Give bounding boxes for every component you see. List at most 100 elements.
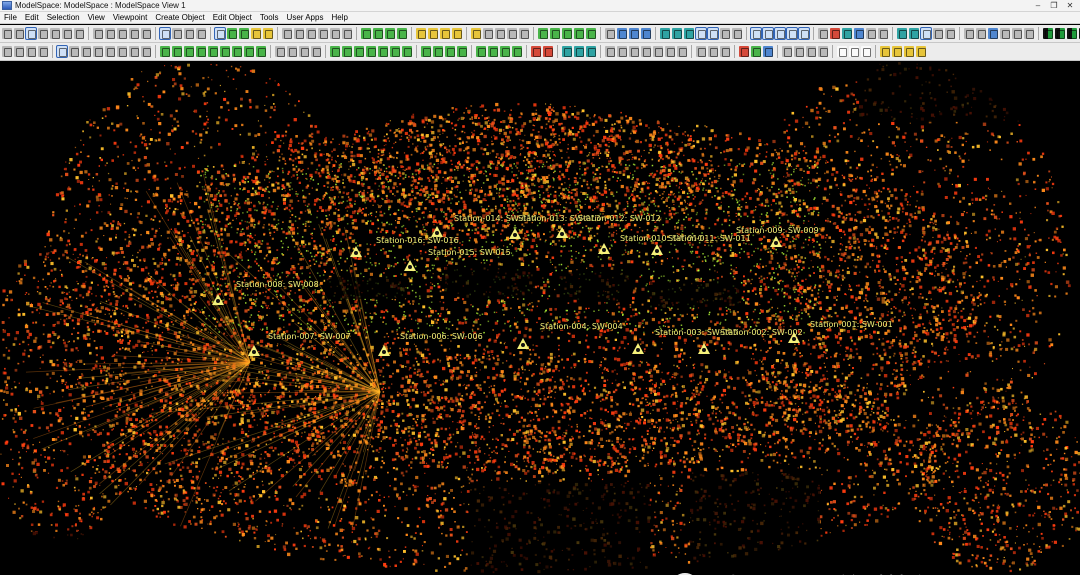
main-tool-icon-17[interactable] — [214, 27, 226, 40]
secondary-tool-icon-23[interactable] — [287, 46, 297, 57]
scan-station-marker[interactable] — [212, 294, 224, 306]
main-tool-icon-50[interactable] — [660, 28, 670, 39]
menu-selection[interactable]: Selection — [47, 13, 80, 22]
main-tool-icon-75[interactable] — [988, 28, 998, 39]
menu-viewpoint[interactable]: Viewpoint — [113, 13, 148, 22]
secondary-tool-icon-24[interactable] — [299, 46, 309, 57]
main-tool-icon-74[interactable] — [976, 28, 986, 39]
secondary-tool-icon-6[interactable] — [69, 46, 79, 57]
main-tool-icon-3[interactable] — [25, 27, 37, 40]
main-tool-icon-57[interactable] — [750, 27, 762, 40]
menu-help[interactable]: Help — [331, 13, 347, 22]
main-tool-icon-60[interactable] — [786, 27, 798, 40]
secondary-tool-icon-56[interactable] — [739, 46, 749, 57]
secondary-tool-icon-64[interactable] — [849, 46, 859, 57]
main-tool-icon-10[interactable] — [117, 28, 127, 39]
secondary-tool-icon-51[interactable] — [665, 46, 675, 57]
secondary-tool-icon-22[interactable] — [275, 46, 285, 57]
main-tool-icon-73[interactable] — [964, 28, 974, 39]
secondary-tool-icon-65[interactable] — [861, 46, 871, 57]
main-tool-icon-70[interactable] — [920, 27, 932, 40]
scan-station-marker[interactable] — [509, 228, 521, 240]
secondary-tool-icon-12[interactable] — [141, 46, 151, 57]
secondary-tool-icon-54[interactable] — [708, 46, 718, 57]
main-tool-icon-1[interactable] — [2, 28, 12, 39]
main-tool-icon-81[interactable] — [1067, 28, 1077, 39]
secondary-tool-icon-30[interactable] — [378, 46, 388, 57]
secondary-tool-icon-45[interactable] — [586, 46, 596, 57]
secondary-tool-icon-44[interactable] — [574, 46, 584, 57]
main-tool-icon-26[interactable] — [330, 28, 340, 39]
main-tool-icon-76[interactable] — [1000, 28, 1010, 39]
secondary-tool-icon-4[interactable] — [38, 46, 48, 57]
secondary-tool-icon-60[interactable] — [794, 46, 804, 57]
scan-station-marker[interactable] — [556, 227, 568, 239]
main-tool-icon-56[interactable] — [732, 28, 742, 39]
scan-station-marker[interactable] — [350, 246, 362, 258]
minimize-button[interactable]: – — [1032, 1, 1044, 11]
main-tool-icon-67[interactable] — [878, 28, 888, 39]
secondary-tool-icon-15[interactable] — [184, 46, 194, 57]
main-tool-icon-38[interactable] — [495, 28, 505, 39]
secondary-tool-icon-47[interactable] — [617, 46, 627, 57]
secondary-tool-icon-57[interactable] — [751, 46, 761, 57]
main-tool-icon-47[interactable] — [617, 28, 627, 39]
secondary-tool-icon-52[interactable] — [677, 46, 687, 57]
secondary-tool-icon-49[interactable] — [641, 46, 651, 57]
main-tool-icon-24[interactable] — [306, 28, 316, 39]
secondary-tool-icon-50[interactable] — [653, 46, 663, 57]
main-tool-icon-22[interactable] — [282, 28, 292, 39]
secondary-tool-icon-38[interactable] — [488, 46, 498, 57]
main-tool-icon-55[interactable] — [720, 28, 730, 39]
secondary-tool-icon-13[interactable] — [160, 46, 170, 57]
main-tool-icon-6[interactable] — [62, 28, 72, 39]
secondary-tool-icon-8[interactable] — [93, 46, 103, 57]
menu-edit-object[interactable]: Edit Object — [213, 13, 252, 22]
secondary-tool-icon-35[interactable] — [445, 46, 455, 57]
secondary-tool-icon-55[interactable] — [720, 46, 730, 57]
secondary-tool-icon-2[interactable] — [14, 46, 24, 57]
main-tool-icon-27[interactable] — [342, 28, 352, 39]
main-tool-icon-36[interactable] — [471, 28, 481, 39]
main-tool-icon-33[interactable] — [428, 28, 438, 39]
secondary-tool-icon-48[interactable] — [629, 46, 639, 57]
main-tool-icon-61[interactable] — [798, 27, 810, 40]
secondary-tool-icon-3[interactable] — [26, 46, 36, 57]
secondary-tool-icon-21[interactable] — [256, 46, 266, 57]
main-tool-icon-46[interactable] — [605, 28, 615, 39]
secondary-tool-icon-63[interactable] — [837, 46, 847, 57]
secondary-tool-icon-69[interactable] — [916, 46, 926, 57]
scan-station-marker[interactable] — [632, 343, 644, 355]
main-tool-icon-31[interactable] — [397, 28, 407, 39]
main-tool-icon-14[interactable] — [172, 28, 182, 39]
main-tool-icon-59[interactable] — [774, 27, 786, 40]
secondary-tool-icon-36[interactable] — [457, 46, 467, 57]
secondary-tool-icon-68[interactable] — [904, 46, 914, 57]
main-tool-icon-8[interactable] — [93, 28, 103, 39]
secondary-tool-icon-29[interactable] — [366, 46, 376, 57]
menu-create-object[interactable]: Create Object — [155, 13, 204, 22]
point-cloud-viewport[interactable]: Station-014: SW-014 Station-013: SW-013 St… — [0, 62, 1080, 575]
secondary-tool-icon-41[interactable] — [531, 46, 541, 57]
menu-tools[interactable]: Tools — [260, 13, 279, 22]
secondary-tool-icon-39[interactable] — [500, 46, 510, 57]
main-tool-icon-65[interactable] — [854, 28, 864, 39]
menu-file[interactable]: File — [4, 13, 17, 22]
menu-view[interactable]: View — [88, 13, 105, 22]
secondary-tool-icon-53[interactable] — [696, 46, 706, 57]
secondary-tool-icon-19[interactable] — [232, 46, 242, 57]
main-tool-icon-62[interactable] — [818, 28, 828, 39]
secondary-tool-icon-33[interactable] — [421, 46, 431, 57]
scan-station-marker[interactable] — [598, 243, 610, 255]
main-tool-icon-68[interactable] — [897, 28, 907, 39]
main-tool-icon-42[interactable] — [550, 28, 560, 39]
main-tool-icon-79[interactable] — [1043, 28, 1053, 39]
main-tool-icon-19[interactable] — [239, 28, 249, 39]
secondary-tool-icon-37[interactable] — [476, 46, 486, 57]
main-tool-icon-18[interactable] — [227, 28, 237, 39]
secondary-tool-icon-16[interactable] — [196, 46, 206, 57]
main-tool-icon-40[interactable] — [519, 28, 529, 39]
secondary-tool-icon-7[interactable] — [81, 46, 91, 57]
secondary-tool-icon-28[interactable] — [354, 46, 364, 57]
main-tool-icon-7[interactable] — [74, 28, 84, 39]
